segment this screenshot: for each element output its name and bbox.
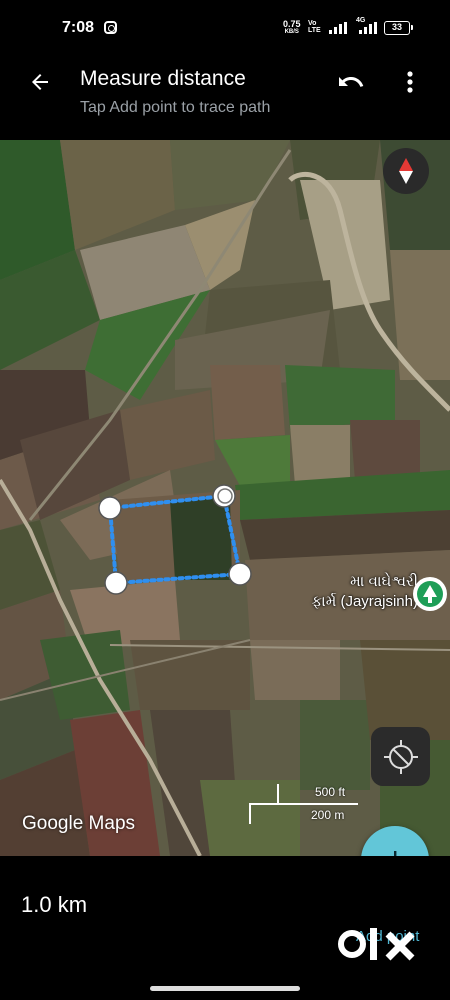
volte-indicator: Vo LTE: [308, 20, 321, 34]
network-speed-unit: KB/S: [284, 29, 299, 35]
satellite-map[interactable]: મા વાઘેશ્વરી ફાર્મ (Jayrajsinh) 500 ft 2…: [0, 140, 450, 856]
battery-icon: 33: [384, 21, 413, 35]
more-options-button[interactable]: [392, 64, 428, 100]
location-off-icon: [383, 739, 418, 774]
page-subtitle: Tap Add point to trace path: [80, 99, 271, 116]
google-maps-logo: Google Maps: [22, 813, 136, 834]
measure-point-3[interactable]: [228, 562, 252, 586]
measure-point-1[interactable]: [98, 496, 122, 520]
instagram-notification-icon: [104, 21, 117, 34]
back-arrow-icon: [32, 74, 48, 90]
gesture-nav-handle[interactable]: [150, 986, 300, 991]
more-vert-icon: [407, 71, 413, 93]
app-bar: Measure distance Tap Add point to trace …: [0, 56, 450, 140]
volte-top: Vo: [308, 20, 317, 27]
network-speed: 0.75 KB/S: [283, 20, 301, 36]
watermark-logo: [338, 928, 415, 961]
compass-icon: [399, 158, 413, 184]
scale-meters-label: 200 m: [311, 808, 345, 822]
place-label[interactable]: મા વાઘેશ્વરી ફાર્મ (Jayrajsinh): [296, 572, 418, 612]
status-bar: 7:08 0.75 KB/S Vo LTE 4G 33: [0, 0, 450, 56]
park-pin-icon[interactable]: [413, 577, 447, 611]
network-speed-value: 0.75: [283, 19, 301, 29]
tree-icon: [423, 585, 437, 603]
my-location-button[interactable]: [371, 727, 430, 786]
total-distance: 1.0 km: [21, 892, 88, 917]
signal-icon: [329, 22, 347, 34]
page-title: Measure distance: [80, 67, 246, 90]
place-label-line1: મા વાઘેશ્વરી: [350, 573, 418, 590]
compass-button[interactable]: [383, 148, 429, 194]
measure-point-4[interactable]: [104, 571, 128, 595]
volte-bottom: LTE: [308, 27, 321, 34]
status-time: 7:08: [62, 19, 95, 36]
undo-button[interactable]: [333, 64, 369, 100]
bottom-panel: 1.0 km Add point: [0, 856, 450, 1000]
back-button[interactable]: [22, 64, 58, 100]
plus-icon: [394, 851, 397, 856]
scale-feet-label: 500 ft: [315, 785, 346, 799]
undo-icon: [339, 77, 364, 87]
place-label-line2: ફાર્મ (Jayrajsinh): [311, 593, 418, 610]
signal-icon-2: [359, 22, 377, 34]
